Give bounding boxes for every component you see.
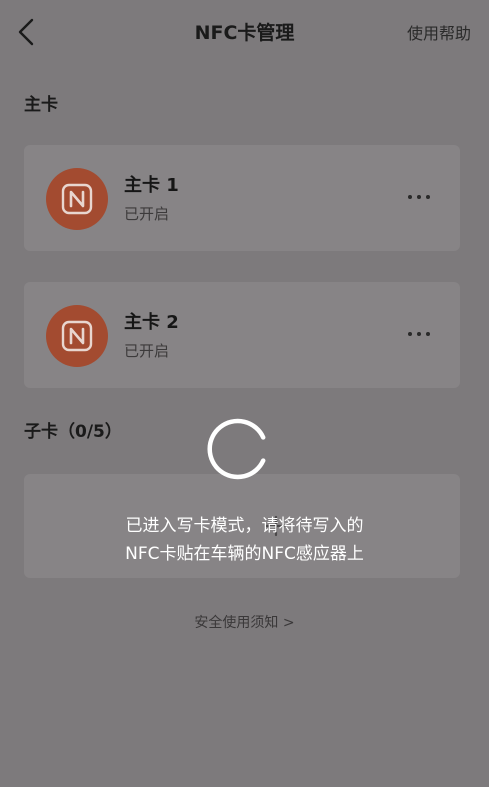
loading-message-line1: 已进入写卡模式，请将待写入的: [125, 516, 364, 536]
main-card-section-title: 主卡: [24, 95, 58, 115]
card-status: 已开启: [124, 205, 170, 223]
more-dots-icon: [408, 332, 430, 336]
card-status: 已开启: [124, 342, 170, 360]
card-name: 主卡 2: [124, 312, 179, 333]
main-card-2[interactable]: 主卡 2 已开启: [24, 282, 460, 388]
safety-notice-link[interactable]: 安全使用须知 >: [0, 612, 489, 632]
more-options-button[interactable]: [404, 185, 434, 209]
more-dots-icon: [408, 195, 430, 199]
loading-spinner-icon: [207, 418, 266, 480]
loading-message: 已进入写卡模式，请将待写入的 NFC卡贴在车辆的NFC感应器上: [40, 512, 449, 568]
card-name: 主卡 1: [124, 175, 179, 196]
sub-card-section-title: 子卡（0/5）: [24, 422, 122, 442]
loading-message-line2: NFC卡贴在车辆的NFC感应器上: [125, 544, 364, 564]
nfc-icon: [46, 168, 108, 230]
nfc-icon: [46, 305, 108, 367]
nfc-card-management-page: NFC卡管理 使用帮助 主卡 主卡 1 已开启 主卡 2 已开启 子卡（0/5）…: [0, 0, 489, 787]
more-options-button[interactable]: [404, 322, 434, 346]
help-link[interactable]: 使用帮助: [407, 20, 471, 44]
main-card-1[interactable]: 主卡 1 已开启: [24, 145, 460, 251]
nav-header: NFC卡管理 使用帮助: [0, 0, 489, 64]
